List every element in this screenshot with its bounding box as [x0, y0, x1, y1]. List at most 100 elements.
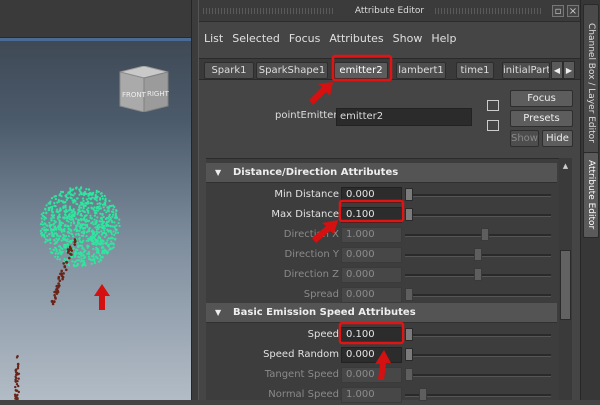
scroll-up-icon[interactable]: ▲ [559, 160, 572, 172]
particle [81, 209, 84, 212]
attribute-label: Tangent Speed [264, 369, 339, 380]
particle [70, 221, 73, 224]
menu-attributes[interactable]: Attributes [329, 32, 383, 45]
particle-trail [62, 262, 65, 265]
particle [87, 238, 90, 242]
particle [110, 219, 113, 223]
particle [80, 244, 83, 247]
particle [54, 197, 58, 201]
attributes-scroll-area[interactable]: ▼ Distance/Direction Attributes Min Dist… [206, 158, 559, 403]
particle [82, 223, 85, 226]
particle [97, 223, 100, 226]
attribute-slider-track[interactable] [405, 334, 551, 337]
particle [111, 247, 114, 250]
tab-channel-box-layer-editor[interactable]: Channel Box / Layer Editor [583, 4, 599, 162]
tab-emitter2[interactable]: emitter2 [334, 62, 388, 79]
particle [117, 222, 120, 225]
particle [95, 199, 98, 202]
particle [111, 225, 114, 228]
tab-time1[interactable]: time1 [456, 62, 494, 79]
attribute-value-field: 1.000 [341, 227, 402, 243]
tab-scroll-left-icon[interactable]: ◀ [551, 61, 563, 79]
attribute-slider-handle[interactable] [405, 328, 413, 341]
input-connection-icon[interactable] [487, 100, 499, 111]
attribute-value-field[interactable]: 0.100 [341, 207, 402, 223]
particle [67, 225, 70, 228]
particle [44, 207, 47, 210]
tab-sparkshape1[interactable]: SparkShape1 [256, 62, 328, 79]
attribute-value-field: 0.000 [341, 247, 402, 263]
particle-trail [14, 385, 17, 389]
particle-trail [53, 294, 56, 297]
attribute-slider-handle[interactable] [405, 188, 413, 201]
panel-splitter[interactable] [191, 0, 199, 400]
close-icon[interactable]: × [567, 5, 579, 17]
tab-lambert1[interactable]: lambert1 [396, 62, 446, 79]
particle [109, 229, 112, 232]
particle [40, 217, 43, 220]
menu-selected[interactable]: Selected [232, 32, 280, 45]
particle [67, 235, 70, 238]
particle [39, 223, 43, 226]
particle [60, 195, 63, 198]
scrollbar-thumb[interactable] [560, 250, 571, 320]
particle [103, 227, 106, 230]
hide-button[interactable]: Hide [542, 130, 573, 147]
particle [75, 233, 78, 236]
attribute-slider-handle[interactable] [405, 208, 413, 221]
particle [57, 199, 60, 202]
attribute-value-field[interactable]: 0.100 [341, 327, 402, 343]
3d-viewport[interactable]: FRONT RIGHT [0, 0, 191, 400]
attribute-slider-track[interactable] [405, 194, 551, 197]
menu-help[interactable]: Help [431, 32, 456, 45]
particle [96, 239, 100, 243]
particle-trail [53, 290, 56, 294]
tab-attribute-editor[interactable]: Attribute Editor [583, 152, 599, 238]
particle [100, 230, 103, 233]
attribute-slider-track[interactable] [405, 354, 551, 357]
particle [40, 231, 44, 234]
menu-focus[interactable]: Focus [289, 32, 320, 45]
particle [76, 197, 79, 200]
particle [115, 229, 118, 232]
section-basic-emission-speed[interactable]: ▼ Basic Emission Speed Attributes [206, 303, 557, 323]
menu-show[interactable]: Show [393, 32, 423, 45]
attribute-row: Spread 0.000 [206, 285, 557, 305]
tab-initialpart[interactable]: initialPart [502, 62, 550, 79]
particle [106, 251, 110, 254]
attribute-slider-handle [405, 288, 413, 301]
particle [113, 221, 116, 224]
particle [109, 225, 112, 228]
particle [68, 207, 72, 210]
particle [73, 214, 76, 217]
focus-button[interactable]: Focus [510, 90, 573, 107]
particle [98, 205, 101, 208]
attribute-slider-track[interactable] [405, 214, 551, 217]
show-button[interactable]: Show [510, 130, 539, 147]
presets-button[interactable]: Presets [510, 110, 573, 127]
float-window-icon[interactable]: ▫ [552, 5, 564, 17]
tab-spark1[interactable]: Spark1 [204, 62, 254, 79]
particle [80, 234, 83, 237]
output-connection-icon[interactable] [487, 120, 499, 131]
particle [55, 228, 58, 231]
particle [118, 218, 121, 221]
attribute-row: Speed Random 0.000 [206, 345, 557, 365]
particle [97, 235, 100, 238]
particle [55, 210, 58, 213]
particle [67, 192, 70, 195]
attribute-slider-handle [474, 268, 482, 281]
particle [95, 228, 99, 231]
menu-list[interactable]: List [204, 32, 223, 45]
attribute-value-field[interactable]: 0.000 [341, 347, 402, 363]
tab-scroll-right-icon[interactable]: ▶ [563, 61, 575, 79]
particle [95, 243, 98, 246]
particle [50, 209, 53, 212]
section-distance-direction[interactable]: ▼ Distance/Direction Attributes [206, 163, 557, 183]
attribute-value-field[interactable]: 0.000 [341, 187, 402, 203]
node-name-field[interactable]: emitter2 [336, 108, 472, 126]
attribute-slider-handle[interactable] [405, 348, 413, 361]
particle [105, 211, 108, 214]
particle [78, 188, 81, 191]
particle [82, 204, 85, 207]
